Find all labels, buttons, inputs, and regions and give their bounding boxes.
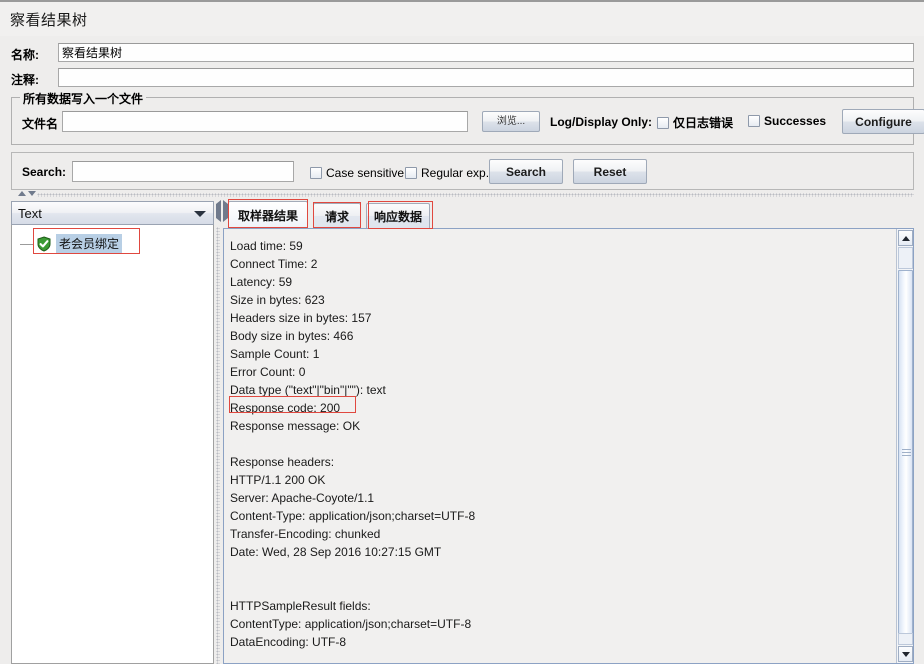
- chevron-down-icon[interactable]: [194, 211, 206, 217]
- content-line: Response message: OK: [230, 419, 361, 433]
- sampler-result-content: Load time: 59 Connect Time: 2 Latency: 59 S…: [223, 228, 914, 664]
- successes-label: Successes: [764, 114, 827, 128]
- tree-node[interactable]: 老会员绑定: [12, 234, 123, 254]
- content-line: Transfer-Encoding: chunked: [230, 527, 381, 541]
- tab-request[interactable]: 请求: [313, 203, 361, 228]
- case-sensitive-label: Case sensitive: [326, 166, 405, 180]
- title-bar: 察看结果树: [0, 2, 924, 36]
- scroll-down-button[interactable]: [898, 646, 913, 662]
- file-group-title: 所有数据写入一个文件: [20, 90, 147, 107]
- name-row: 名称:: [11, 43, 914, 64]
- sampler-result-text[interactable]: Load time: 59 Connect Time: 2 Latency: 59 S…: [224, 229, 895, 651]
- scrollbar-track-top[interactable]: [898, 247, 913, 269]
- tab-sampler-result[interactable]: 取样器结果: [228, 201, 308, 228]
- content-line-blank: [230, 561, 895, 579]
- results-tree[interactable]: 老会员绑定: [11, 225, 214, 664]
- content-line: ContentType: application/json;charset=UT…: [230, 617, 472, 631]
- scrollbar-grip-icon: [902, 449, 911, 457]
- log-display-only-label: Log/Display Only:: [550, 115, 653, 129]
- result-detail-pane: 取样器结果 请求 响应数据 Load time: 59 Connect Time:…: [223, 201, 914, 664]
- content-line: Connect Time: 2: [230, 257, 318, 271]
- vertical-scrollbar[interactable]: [896, 229, 913, 663]
- content-line: Error Count: 0: [230, 365, 306, 379]
- filename-input[interactable]: [62, 111, 468, 132]
- content-line: Body size in bytes: 466: [230, 329, 354, 343]
- tab-response-data[interactable]: 响应数据: [366, 203, 430, 228]
- content-line: Date: Wed, 28 Sep 2016 10:27:15 GMT: [230, 545, 442, 559]
- checkbox-box-icon: [748, 115, 760, 127]
- sampler-result-scroll-viewport: Load time: 59 Connect Time: 2 Latency: 59 S…: [224, 229, 895, 663]
- content-line: Server: Apache-Coyote/1.1: [230, 491, 375, 505]
- scrollbar-track-bottom[interactable]: [898, 633, 913, 645]
- case-sensitive-checkbox[interactable]: Case sensitive: [310, 166, 404, 180]
- name-label: 名称:: [11, 48, 39, 62]
- tree-connector-line: [20, 243, 34, 245]
- content-line: HTTPSampleResult fields:: [230, 599, 371, 613]
- checkbox-box-icon: [657, 116, 669, 129]
- content-line: Content-Type: application/json;charset=U…: [230, 509, 476, 523]
- name-input[interactable]: [58, 43, 914, 62]
- green-check-shield-icon: [36, 236, 52, 252]
- render-view-selector[interactable]: Text: [11, 201, 214, 225]
- errors-only-label: 仅日志错误: [673, 116, 734, 130]
- content-line: Sample Count: 1: [230, 347, 320, 361]
- view-results-tree-window: 察看结果树 名称: 注释: 所有数据写入一个文件 文件名 浏览... Log/D…: [0, 0, 924, 664]
- regular-exp-label: Regular exp.: [421, 166, 490, 180]
- content-line: Latency: 59: [230, 275, 293, 289]
- vertical-splitter-grip: [216, 227, 220, 664]
- splitter-arrows[interactable]: [18, 191, 36, 196]
- render-view-selected-value: Text: [18, 205, 42, 221]
- content-line: Data type ("text"|"bin"|""): text: [230, 383, 386, 397]
- comment-input[interactable]: [58, 68, 914, 87]
- write-all-data-to-file-group: 所有数据写入一个文件 文件名 浏览... Log/Display Only: 仅…: [11, 90, 924, 145]
- page-title: 察看结果树: [10, 12, 88, 29]
- tree-node-label[interactable]: 老会员绑定: [56, 234, 123, 254]
- chevron-down-icon[interactable]: [28, 191, 36, 196]
- regular-exp-checkbox[interactable]: Regular exp.: [405, 166, 489, 180]
- chevron-up-icon[interactable]: [18, 191, 26, 196]
- content-line-blank: [230, 435, 895, 453]
- horizontal-splitter[interactable]: [11, 191, 914, 199]
- search-input[interactable]: [72, 161, 294, 182]
- reset-button[interactable]: Reset: [573, 159, 647, 184]
- search-group: Search: Case sensitive Regular exp. Sear…: [11, 152, 914, 190]
- splitter-grip: [37, 193, 914, 197]
- filename-label: 文件名: [22, 117, 59, 131]
- vertical-splitter[interactable]: [214, 200, 228, 664]
- content-line: Headers size in bytes: 157: [230, 311, 372, 325]
- tabstrip: 取样器结果 请求 响应数据: [223, 201, 914, 229]
- scroll-up-button[interactable]: [898, 230, 913, 246]
- browse-button[interactable]: 浏览...: [482, 111, 540, 132]
- errors-only-checkbox[interactable]: 仅日志错误: [657, 114, 733, 131]
- content-line: Size in bytes: 623: [230, 293, 325, 307]
- content-line: Load time: 59: [230, 239, 303, 253]
- comment-row: 注释:: [11, 68, 914, 89]
- content-line: Response headers:: [230, 455, 335, 469]
- content-line-blank: [230, 579, 895, 597]
- results-tree-pane: Text 老会员绑定: [11, 201, 214, 664]
- search-label: Search:: [22, 165, 67, 179]
- search-button[interactable]: Search: [489, 159, 563, 184]
- comment-label: 注释:: [11, 73, 39, 87]
- checkbox-box-icon: [310, 167, 322, 179]
- scrollbar-thumb[interactable]: [898, 270, 913, 636]
- configure-button[interactable]: Configure: [842, 109, 924, 134]
- chevron-left-icon[interactable]: [216, 200, 221, 222]
- content-line: DataEncoding: UTF-8: [230, 635, 347, 649]
- triangle-up-icon: [901, 235, 910, 241]
- checkbox-box-icon: [405, 167, 417, 179]
- content-line: Response code: 200: [230, 401, 341, 415]
- successes-checkbox[interactable]: Successes: [748, 114, 826, 128]
- triangle-down-icon: [901, 651, 910, 657]
- content-line: HTTP/1.1 200 OK: [230, 473, 326, 487]
